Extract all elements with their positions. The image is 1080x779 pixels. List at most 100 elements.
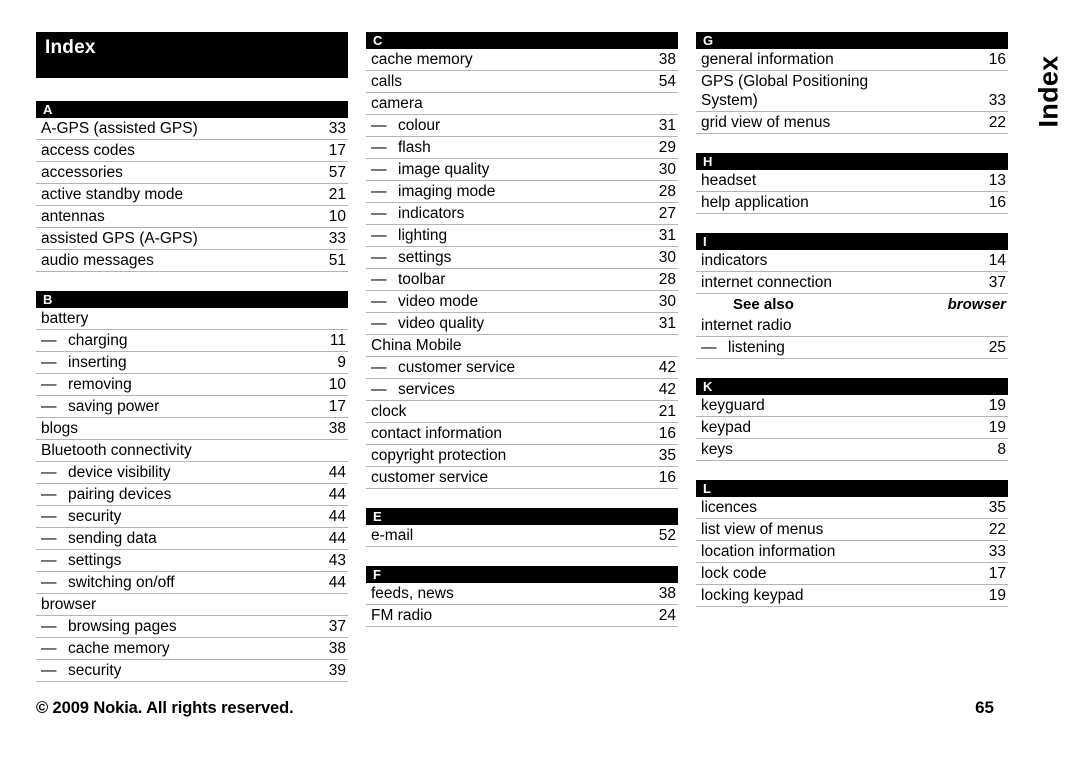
- index-entry: contact information 16: [366, 423, 678, 445]
- em-dash-icon: —: [371, 359, 387, 376]
- index-section-h: Hheadset 13 help application 16: [696, 153, 1008, 214]
- index-entry-label: China Mobile: [371, 337, 462, 354]
- section-letter: H: [703, 154, 713, 169]
- index-section-b: Bbattery — charging 11 — inserting 9 — removing 1…: [36, 291, 348, 682]
- em-dash-icon: —: [371, 315, 387, 332]
- index-entry: battery: [36, 308, 348, 330]
- section-letter-bar: E: [366, 508, 678, 525]
- index-column-3: Ggeneral information 16 GPS (Global Positi…: [696, 32, 1008, 682]
- index-entry-label-cont: System): [701, 92, 758, 109]
- index-entry-label: internet connection: [701, 274, 832, 291]
- section-letter: L: [703, 481, 711, 496]
- index-section-a: A A-GPS (assisted GPS) 33 access codes 17 acc…: [36, 101, 348, 272]
- index-entry-page: 30: [658, 293, 676, 310]
- index-entry-label: — charging: [41, 331, 127, 350]
- section-letter: B: [43, 292, 53, 307]
- section-letter: F: [373, 567, 381, 582]
- index-entry-label: GPS (Global Positioning: [701, 73, 869, 90]
- index-section-k: Kkeyguard 19 keypad 19 keys 8: [696, 378, 1008, 461]
- index-entry-label: — inserting: [41, 353, 127, 372]
- index-entry-label: — switching on/off: [41, 573, 175, 592]
- index-entry: location information 33: [696, 541, 1008, 563]
- index-entry-page: 30: [658, 249, 676, 266]
- index-sub-entry: — listening 25: [696, 337, 1008, 359]
- index-entry-label: — toolbar: [371, 270, 445, 289]
- section-letter-bar: B: [36, 291, 348, 308]
- index-entry-page: 44: [328, 574, 346, 591]
- index-entry: browser: [36, 594, 348, 616]
- index-sub-entry-text: listening: [728, 339, 785, 356]
- index-entry-page: 14: [988, 252, 1006, 269]
- section-letter-bar: L: [696, 480, 1008, 497]
- index-entry-label: — settings: [371, 248, 451, 267]
- index-entry-label: camera: [371, 95, 423, 112]
- index-entry-page: 22: [988, 521, 1006, 538]
- index-sub-entry-text: imaging mode: [398, 183, 496, 200]
- index-entry: clock 21: [366, 401, 678, 423]
- index-entry-page: 25: [988, 339, 1006, 356]
- index-entry: keypad 19: [696, 417, 1008, 439]
- index-sub-entry: — browsing pages 37: [36, 616, 348, 638]
- index-sub-entry: — image quality 30: [366, 159, 678, 181]
- index-entry-label: — sending data: [41, 529, 157, 548]
- index-entry-page: 27: [658, 205, 676, 222]
- index-entry-page: 21: [328, 186, 346, 203]
- index-sub-entry: — switching on/off 44: [36, 572, 348, 594]
- index-entry-label: FM radio: [371, 607, 433, 624]
- index-entry-page: 31: [658, 315, 676, 332]
- em-dash-icon: —: [41, 398, 57, 415]
- index-entry-page: 44: [328, 464, 346, 481]
- index-entry: cache memory 38: [366, 49, 678, 71]
- index-entry-label: calls: [371, 73, 403, 90]
- index-entry-page: 8: [997, 441, 1006, 458]
- index-entry-page: 37: [988, 274, 1006, 291]
- index-entry-list: A-GPS (assisted GPS) 33 access codes 17 acce…: [36, 118, 348, 272]
- column-3-sections: Ggeneral information 16 GPS (Global Positi…: [696, 32, 1008, 607]
- index-sub-entry: — security 44: [36, 506, 348, 528]
- em-dash-icon: —: [371, 227, 387, 244]
- section-letter: K: [703, 379, 713, 394]
- index-entry: China Mobile: [366, 335, 678, 357]
- index-entry: locking keypad 19: [696, 585, 1008, 607]
- em-dash-icon: —: [41, 464, 57, 481]
- index-entry-page: 16: [988, 51, 1006, 68]
- index-entry-label: battery: [41, 310, 89, 327]
- section-letter: E: [373, 509, 382, 524]
- em-dash-icon: —: [41, 376, 57, 393]
- index-entry-page: 10: [328, 376, 346, 393]
- index-sub-entry-text: video quality: [398, 315, 485, 332]
- page-title: Index: [45, 37, 96, 58]
- section-letter-bar: H: [696, 153, 1008, 170]
- index-entry: headset 13: [696, 170, 1008, 192]
- index-entry-page: 17: [328, 142, 346, 159]
- index-entry-label: active standby mode: [41, 186, 184, 203]
- index-entry: internet connection 37: [696, 272, 1008, 294]
- index-entry-label: e-mail: [371, 527, 414, 544]
- index-entry-label: — video quality: [371, 314, 484, 333]
- em-dash-icon: —: [371, 205, 387, 222]
- index-entry-label: — listening: [701, 338, 785, 357]
- index-entry-page: 33: [328, 120, 346, 137]
- index-entry-label: blogs: [41, 420, 79, 437]
- index-entry-page: 17: [328, 398, 346, 415]
- index-entry-label: — security: [41, 661, 121, 680]
- index-sub-entry: — settings 30: [366, 247, 678, 269]
- index-entry: audio messages 51: [36, 250, 348, 272]
- section-letter-bar: F: [366, 566, 678, 583]
- index-entry-label: — indicators: [371, 204, 464, 223]
- em-dash-icon: —: [371, 117, 387, 134]
- index-entry-page: 57: [328, 164, 346, 181]
- index-entry-label: clock: [371, 403, 407, 420]
- index-entry-label: feeds, news: [371, 585, 454, 602]
- index-entry-label: A-GPS (assisted GPS): [41, 120, 198, 137]
- index-page: Index A A-GPS (assisted GPS) 33 access code…: [0, 0, 1080, 779]
- index-entry-label: — colour: [371, 116, 440, 135]
- index-entry-page: 54: [658, 73, 676, 90]
- index-entry-label: — settings: [41, 551, 121, 570]
- index-sub-entry: — settings 43: [36, 550, 348, 572]
- index-sub-entry-text: security: [68, 662, 122, 679]
- index-entry-label: copyright protection: [371, 447, 507, 464]
- index-sub-entry-text: sending data: [68, 530, 157, 547]
- index-entry: camera: [366, 93, 678, 115]
- index-sub-entry-text: indicators: [398, 205, 465, 222]
